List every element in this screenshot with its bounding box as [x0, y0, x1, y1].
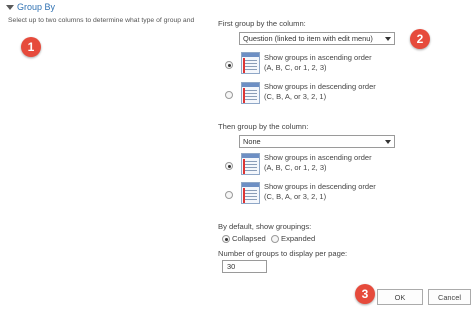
- collapsed-label: Collapsed: [232, 234, 266, 243]
- first-group-ascending-radio[interactable]: [225, 61, 233, 69]
- groups-per-page-input[interactable]: 30: [222, 260, 267, 273]
- callout-2: 2: [410, 29, 430, 49]
- then-group-label: Then group by the column:: [218, 122, 309, 131]
- first-group-ascending-text: Show groups in ascending order (A, B, C, …: [264, 53, 372, 72]
- ascending-order-icon: [241, 153, 260, 175]
- then-group-selected-value: None: [243, 137, 261, 146]
- first-group-selected-value: Question (linked to item with edit menu): [243, 34, 373, 43]
- expanded-label: Expanded: [281, 234, 316, 243]
- section-title: Group By: [17, 2, 56, 12]
- then-group-ascending-text: Show groups in ascending order (A, B, C, …: [264, 153, 372, 172]
- ascending-order-icon: [241, 52, 260, 74]
- cancel-button[interactable]: Cancel: [428, 289, 471, 305]
- first-group-descending-radio[interactable]: [225, 91, 233, 99]
- descending-order-icon: [241, 82, 260, 104]
- callout-1: 1: [21, 37, 41, 57]
- collapse-triangle-icon[interactable]: [6, 4, 14, 10]
- ok-button[interactable]: OK: [377, 289, 423, 305]
- then-group-descending-text: Show groups in descending order (C, B, A,…: [264, 182, 376, 201]
- section-description: Select up to two columns to determine wh…: [8, 17, 195, 24]
- dropdown-arrow-icon: [385, 140, 391, 144]
- descending-order-icon: [241, 182, 260, 204]
- default-show-label: By default, show groupings:: [218, 222, 312, 231]
- expanded-radio[interactable]: [271, 235, 279, 243]
- then-group-ascending-radio[interactable]: [225, 162, 233, 170]
- groups-per-page-label: Number of groups to display per page:: [218, 249, 348, 258]
- dropdown-arrow-icon: [385, 37, 391, 41]
- first-group-select[interactable]: Question (linked to item with edit menu): [239, 32, 395, 45]
- callout-3: 3: [355, 284, 375, 304]
- first-group-descending-text: Show groups in descending order (C, B, A,…: [264, 82, 376, 101]
- group-by-header[interactable]: Group By: [6, 2, 55, 12]
- first-group-label: First group by the column:: [218, 19, 306, 28]
- collapsed-radio[interactable]: [222, 235, 230, 243]
- then-group-descending-radio[interactable]: [225, 191, 233, 199]
- then-group-select[interactable]: None: [239, 135, 395, 148]
